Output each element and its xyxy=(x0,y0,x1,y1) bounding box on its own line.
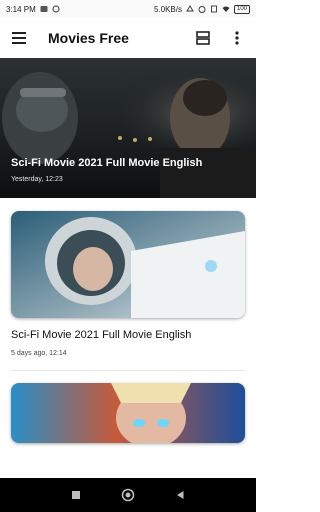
card-thumbnail-image xyxy=(11,211,245,318)
notification-icon xyxy=(40,6,48,12)
status-bar: 3:14 PM 5.0KB/s 100 xyxy=(0,0,256,18)
settings-icon xyxy=(52,5,60,13)
battery-icon: 100 xyxy=(233,4,250,14)
app-title: Movies Free xyxy=(48,30,129,46)
card-title[interactable]: Sci-Fi Movie 2021 Full Movie English xyxy=(11,329,191,341)
sim-icon xyxy=(211,5,217,13)
network-speed: 5.0KB/s xyxy=(153,4,182,14)
card-thumbnail-image xyxy=(11,383,245,443)
card-timestamp: 5 days ago, 12:14 xyxy=(11,350,67,357)
wifi-icon xyxy=(222,6,230,12)
hero-timestamp: Yesterday, 12:23 xyxy=(11,176,63,183)
menu-icon[interactable] xyxy=(10,29,28,47)
hero-video-card[interactable]: Sci-Fi Movie 2021 Full Movie English Yes… xyxy=(0,58,256,198)
system-nav-bar xyxy=(0,478,256,512)
status-time: 3:14 PM xyxy=(6,4,36,14)
hero-title: Sci-Fi Movie 2021 Full Movie English xyxy=(11,157,203,169)
app-bar: Movies Free xyxy=(0,18,256,58)
home-circle-icon[interactable] xyxy=(118,485,138,505)
more-vert-icon[interactable] xyxy=(228,29,246,47)
video-card-thumbnail-partial[interactable] xyxy=(11,383,245,443)
video-card-thumbnail[interactable] xyxy=(11,211,245,318)
divider xyxy=(11,370,245,371)
back-triangle-icon[interactable] xyxy=(170,485,190,505)
alarm-icon xyxy=(198,6,206,13)
recents-square-icon[interactable] xyxy=(66,485,86,505)
mute-icon xyxy=(186,5,194,12)
view-toggle-icon[interactable] xyxy=(194,29,212,47)
